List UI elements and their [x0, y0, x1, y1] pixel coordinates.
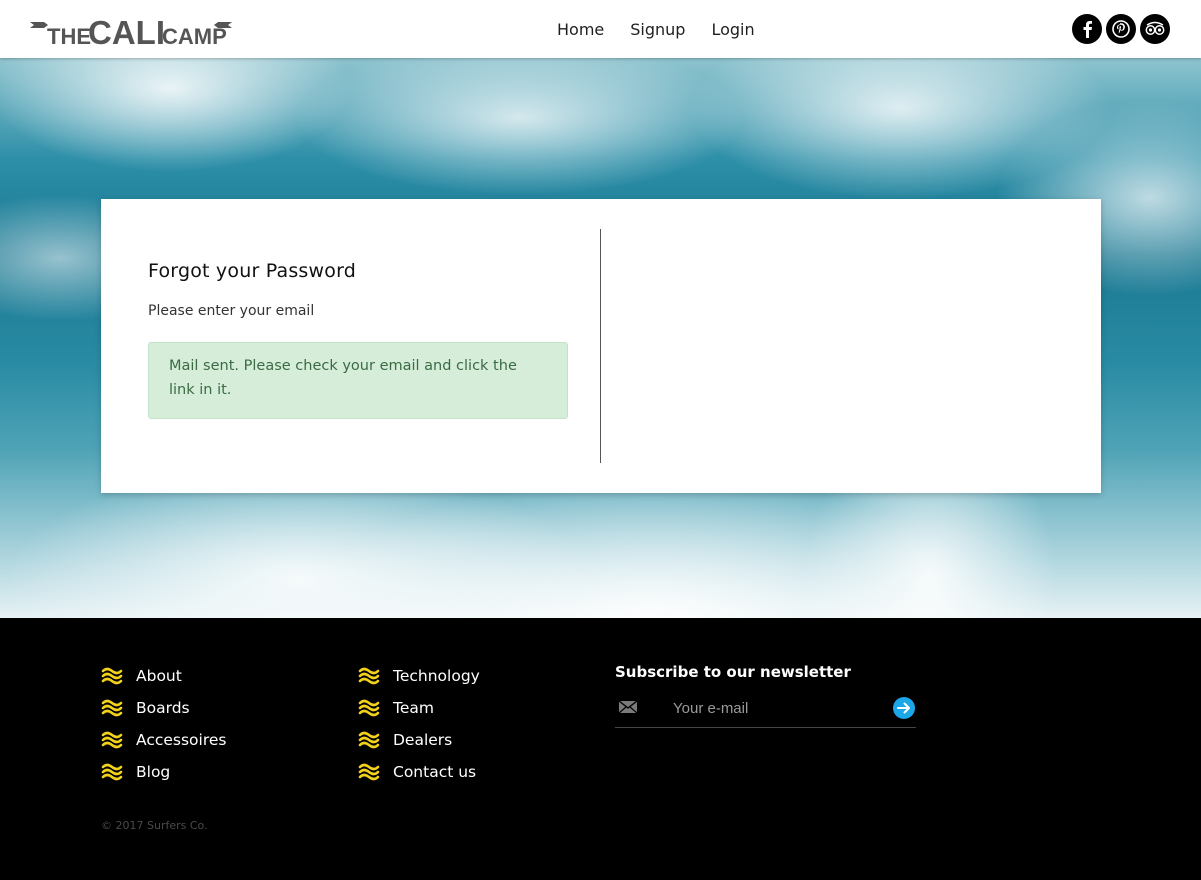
- pinterest-icon[interactable]: [1106, 14, 1136, 44]
- nav-login[interactable]: Login: [711, 20, 754, 39]
- facebook-icon[interactable]: [1072, 14, 1102, 44]
- newsletter-email-input[interactable]: [671, 695, 875, 721]
- tripadvisor-icon[interactable]: [1140, 14, 1170, 44]
- hero-wave-background: Forgot your Password Please enter your e…: [0, 58, 1201, 618]
- mail-icon: [618, 700, 638, 719]
- wave-icon: [358, 666, 380, 686]
- forgot-password-card: Forgot your Password Please enter your e…: [101, 199, 1101, 493]
- top-header: THE CALI CAMP Home Signup Login: [0, 0, 1201, 58]
- logo-cali: CALI: [88, 14, 165, 46]
- arrow-right-icon: [897, 702, 910, 714]
- footer-link-technology[interactable]: Technology: [358, 660, 480, 692]
- wave-icon: [101, 762, 123, 782]
- footer-link-label: Technology: [393, 667, 480, 685]
- footer-link-boards[interactable]: Boards: [101, 692, 227, 724]
- wave-icon: [101, 666, 123, 686]
- wave-icon: [101, 730, 123, 750]
- footer-link-accessoires[interactable]: Accessoires: [101, 724, 227, 756]
- main-nav: Home Signup Login: [557, 0, 755, 58]
- copyright: © 2017 Surfers Co.: [101, 819, 208, 832]
- footer-link-label: Blog: [136, 763, 171, 781]
- social-links: [1072, 14, 1170, 44]
- footer-link-contact[interactable]: Contact us: [358, 756, 480, 788]
- wave-icon: [358, 762, 380, 782]
- instruction-text: Please enter your email: [148, 303, 315, 319]
- footer-link-label: Boards: [136, 699, 190, 717]
- newsletter: Subscribe to our newsletter: [615, 663, 916, 728]
- footer-link-label: Contact us: [393, 763, 477, 781]
- footer-link-label: About: [136, 667, 182, 685]
- success-alert: Mail sent. Please check your email and c…: [148, 342, 568, 419]
- card-divider: [600, 229, 601, 463]
- footer-link-blog[interactable]: Blog: [101, 756, 227, 788]
- footer-link-dealers[interactable]: Dealers: [358, 724, 480, 756]
- wave-icon: [358, 698, 380, 718]
- wave-icon: [101, 698, 123, 718]
- page-title: Forgot your Password: [148, 260, 357, 282]
- wave-icon: [358, 730, 380, 750]
- site-logo[interactable]: THE CALI CAMP: [30, 12, 232, 46]
- footer-links-col-1: About Boards Accessoires Blog: [101, 660, 227, 788]
- newsletter-form: [615, 693, 916, 728]
- nav-signup[interactable]: Signup: [630, 20, 685, 39]
- logo-the: THE: [47, 24, 91, 46]
- newsletter-submit-button[interactable]: [893, 697, 915, 719]
- logo-camp: CAMP: [162, 24, 227, 46]
- footer-link-label: Dealers: [393, 731, 453, 749]
- newsletter-title: Subscribe to our newsletter: [615, 663, 851, 681]
- footer-link-team[interactable]: Team: [358, 692, 480, 724]
- footer-link-about[interactable]: About: [101, 660, 227, 692]
- footer-links-col-2: Technology Team Dealers Contact us: [358, 660, 480, 788]
- footer-link-label: Team: [393, 699, 434, 717]
- nav-home[interactable]: Home: [557, 20, 604, 39]
- footer-link-label: Accessoires: [136, 731, 227, 749]
- footer: About Boards Accessoires Blog Technology…: [0, 618, 1201, 880]
